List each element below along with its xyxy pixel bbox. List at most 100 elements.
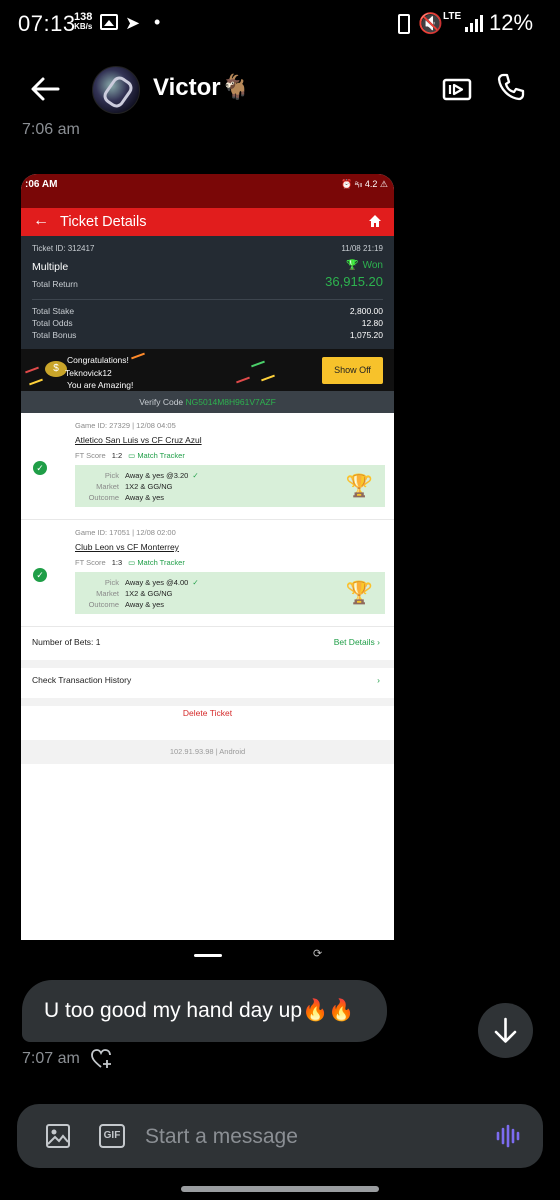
trophy-icon: 🏆 — [345, 580, 373, 605]
ticket-date: 11/08 21:19 — [341, 244, 383, 253]
video-call-icon[interactable] — [442, 74, 472, 104]
pick-values: Away & yes @3.20 ✓ 1X2 & GG/NG Away & yes — [125, 470, 199, 503]
username: Teknovick12 — [65, 368, 112, 378]
outcome-label: Outcome — [88, 600, 119, 609]
back-arrow-icon[interactable] — [28, 72, 62, 106]
ft-score-value: 1:3 — [111, 558, 123, 567]
ft-score: FT Score 1:3 ▭ Match Tracker — [75, 558, 185, 567]
gallery-notification-icon — [100, 14, 118, 30]
pick-label: Pick — [104, 578, 119, 587]
ticket-status: Won — [346, 260, 383, 271]
signal-icon — [465, 14, 483, 32]
chat-header: Victor🐐 — [0, 60, 560, 120]
message-text: U too good my hand day up🔥🔥 — [44, 999, 355, 1022]
match-tracker: ▭ Match Tracker — [128, 451, 185, 460]
pick-box: Pick Market Outcome Away & yes @3.20 ✓ 1X2 &… — [75, 465, 385, 507]
battery-saver-icon — [398, 14, 410, 34]
notification-dot-icon: • — [154, 12, 161, 32]
ft-score: FT Score 1:2 ▭ Match Tracker — [75, 451, 185, 460]
match-name: Club Leon vs CF Monterrey — [75, 542, 179, 552]
pick-labels: Pick Market Outcome — [75, 577, 119, 610]
market-label: Market — [96, 589, 119, 598]
total-return-value: 36,915.20 — [325, 274, 383, 289]
amazing-text: You are Amazing! — [67, 380, 134, 390]
delete-ticket: Delete Ticket — [182, 708, 233, 718]
ft-score-value: 1:2 — [111, 451, 123, 460]
ft-score-label: FT Score — [75, 558, 106, 567]
total-stake-row: Total Stake 2,800.00 — [32, 306, 383, 316]
match-tracker-label: Match Tracker — [137, 558, 185, 567]
ft-score-label: FT Score — [75, 451, 106, 460]
total-stake-value: 2,800.00 — [349, 306, 383, 316]
market-label: Market — [96, 482, 119, 491]
market-value: 1X2 & GG/NG — [125, 482, 173, 491]
coin-icon: $ — [45, 361, 67, 377]
scroll-to-bottom-button[interactable] — [478, 1003, 533, 1058]
ticket-type: Multiple — [32, 261, 69, 273]
divider — [32, 299, 383, 300]
contact-avatar[interactable] — [92, 66, 140, 114]
status-time: 07:13 — [18, 11, 76, 36]
screenshot-status-time: :06 AM — [25, 179, 58, 190]
pick-value: Away & yes @3.20 — [125, 471, 189, 480]
battery-percent: 12% — [489, 10, 534, 35]
network-speed-unit: KB/s — [74, 22, 93, 31]
verify-code-value: NG5014M8H961V7AZF — [185, 397, 276, 407]
status-bar: 07:13 138 KB/s ➤ • 🔇 LTE 12% — [0, 0, 560, 50]
shared-screenshot-image[interactable]: :06 AM ⏰ ᵃᵢₗₗ 4.2 ⚠ ← Ticket Details Tic… — [21, 174, 394, 940]
total-bonus-row: Total Bonus 1,075.20 — [32, 330, 383, 340]
home-indicator[interactable] — [181, 1186, 379, 1192]
congrats-banner: $ Congratulations! Teknovick12 You are A… — [21, 349, 394, 391]
verify-code: Verify Code NG5014M8H961V7AZF — [21, 391, 394, 413]
app-version: 102.91.93.98 | Android — [21, 740, 394, 764]
pick-box: Pick Market Outcome Away & yes @4.00 ✓ 1X2 &… — [75, 572, 385, 614]
outcome-label: Outcome — [88, 493, 119, 502]
contact-name[interactable]: Victor🐐 — [153, 73, 250, 102]
network-speed: 138 KB/s — [74, 12, 92, 32]
chevron-right-icon: › — [377, 675, 380, 685]
total-return-label: Total Return — [32, 279, 78, 289]
market-value: 1X2 & GG/NG — [125, 589, 173, 598]
network-type: LTE — [443, 11, 462, 22]
number-of-bets: Number of Bets: 1 — [32, 637, 101, 647]
voice-message-icon[interactable] — [495, 1124, 523, 1148]
message-input[interactable] — [145, 1123, 445, 1151]
number-of-bets-row: Number of Bets: 1 Bet Details › — [21, 624, 394, 660]
screenshot-app-bar: ← Ticket Details — [21, 208, 394, 236]
verify-code-label: Verify Code — [139, 397, 184, 407]
outcome-value: Away & yes — [125, 600, 165, 609]
gif-icon[interactable]: GIF — [99, 1124, 125, 1148]
game-id: Game ID: 27329 | 12/08 04:05 — [75, 421, 176, 430]
bet-details-link: Bet Details › — [333, 637, 380, 647]
screenshot-title: Ticket Details — [60, 214, 147, 230]
ticket-id: Ticket ID: 312417 — [32, 244, 95, 253]
message-timestamp: 7:07 am — [22, 1050, 80, 1067]
home-pill-icon — [194, 954, 222, 957]
transaction-history-row: Check Transaction History › — [21, 662, 394, 698]
screenshot-nav-bar: ⟳ — [21, 940, 394, 970]
telegram-icon: ➤ — [125, 13, 141, 33]
total-bonus-label: Total Bonus — [32, 330, 77, 340]
ticket-summary: Ticket ID: 312417 11/08 21:19 Multiple W… — [21, 236, 394, 413]
game-item: ✓ Game ID: 17051 | 12/08 02:00 Club Leon… — [21, 520, 394, 627]
add-reaction-icon[interactable] — [90, 1048, 112, 1070]
image-icon[interactable] — [45, 1123, 71, 1149]
pick-values: Away & yes @4.00 ✓ 1X2 & GG/NG Away & yes — [125, 577, 199, 610]
outcome-value: Away & yes — [125, 493, 165, 502]
pick-labels: Pick Market Outcome — [75, 470, 119, 503]
check-icon: ✓ — [33, 461, 47, 475]
total-odds-value: 12.80 — [361, 318, 383, 328]
message-composer: GIF — [17, 1104, 543, 1168]
message-bubble[interactable]: U too good my hand day up🔥🔥 — [22, 980, 387, 1042]
screenshot-status-icons: ⏰ ᵃᵢₗₗ 4.2 ⚠ — [340, 179, 388, 189]
total-bonus-value: 1,075.20 — [349, 330, 383, 340]
show-off-button: Show Off — [322, 357, 383, 384]
mute-icon: 🔇 — [418, 13, 443, 35]
screenshot-status-bar: :06 AM ⏰ ᵃᵢₗₗ 4.2 ⚠ — [21, 174, 394, 208]
game-id: Game ID: 17051 | 12/08 02:00 — [75, 528, 176, 537]
match-tracker-label: Match Tracker — [137, 451, 185, 460]
phone-call-icon[interactable] — [496, 72, 526, 102]
total-odds-row: Total Odds 12.80 — [32, 318, 383, 328]
pick-value: Away & yes @4.00 — [125, 578, 189, 587]
match-tracker: ▭ Match Tracker — [128, 558, 185, 567]
